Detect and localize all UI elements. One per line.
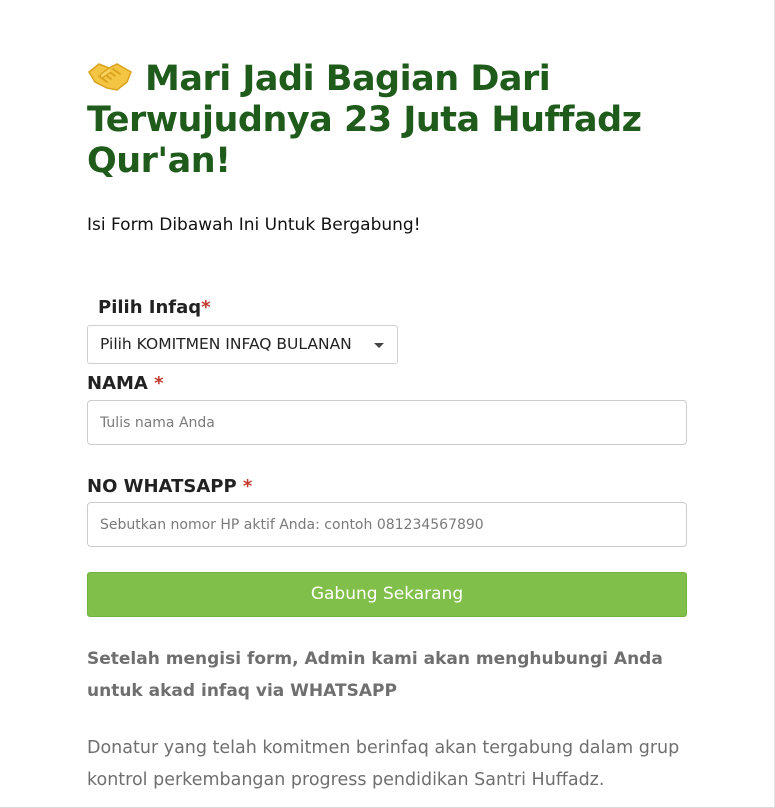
page-title: Mari Jadi Bagian Dari Terwujudnya 23 Jut… xyxy=(87,58,667,182)
infaq-label-text: Pilih Infaq xyxy=(98,297,202,318)
required-mark: * xyxy=(154,373,164,394)
infaq-select-value: Pilih KOMITMEN INFAQ BULANAN xyxy=(100,335,352,353)
whatsapp-label-text: NO WHATSAPP xyxy=(87,476,243,497)
caret-down-icon xyxy=(374,343,384,348)
whatsapp-label: NO WHATSAPP * xyxy=(87,476,252,497)
page-title-text: Mari Jadi Bagian Dari Terwujudnya 23 Jut… xyxy=(87,59,642,181)
required-mark: * xyxy=(242,476,253,497)
donor-group-info: Donatur yang telah komitmen berinfaq aka… xyxy=(87,738,680,790)
gabung-sekarang-button[interactable]: Gabung Sekarang xyxy=(87,572,687,617)
infaq-select[interactable]: Pilih KOMITMEN INFAQ BULANAN xyxy=(87,325,398,364)
infaq-label: Pilih Infaq* xyxy=(98,297,211,318)
form-page: Mari Jadi Bagian Dari Terwujudnya 23 Jut… xyxy=(0,0,775,808)
whatsapp-input[interactable] xyxy=(87,502,687,547)
admin-contact-note: Setelah mengisi form, Admin kami akan me… xyxy=(87,649,663,701)
nama-label: NAMA * xyxy=(87,373,164,394)
nama-label-text: NAMA xyxy=(87,373,155,394)
form-subtitle: Isi Form Dibawah Ini Untuk Bergabung! xyxy=(87,215,421,235)
required-mark: * xyxy=(201,297,211,318)
handshake-icon xyxy=(88,63,132,91)
nama-input[interactable] xyxy=(87,400,687,445)
